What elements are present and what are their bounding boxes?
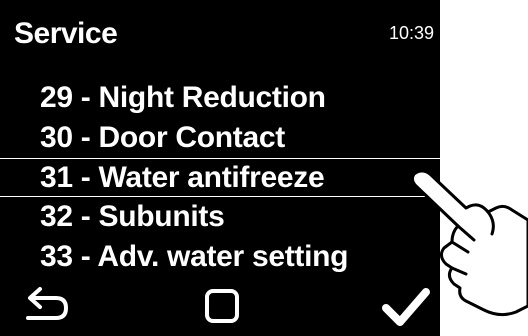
service-menu: 29 - Night Reduction 30 - Door Contact 3… xyxy=(0,78,440,277)
footer-bar xyxy=(0,282,440,336)
pointing-hand-icon xyxy=(410,169,528,317)
menu-item-water-antifreeze[interactable]: 31 - Water antifreeze xyxy=(0,158,440,197)
menu-item-subunits[interactable]: 32 - Subunits xyxy=(0,197,440,237)
square-home-icon xyxy=(205,289,239,323)
device-display: Service 10:39 29 - Night Reduction 30 - … xyxy=(0,0,528,336)
back-button[interactable] xyxy=(22,286,72,324)
menu-item-door-contact[interactable]: 30 - Door Contact xyxy=(0,118,440,158)
menu-item-night-reduction[interactable]: 29 - Night Reduction xyxy=(0,78,440,118)
menu-item-adv-water-setting[interactable]: 33 - Adv. water setting xyxy=(0,237,440,277)
back-arrow-icon xyxy=(26,287,68,320)
home-button[interactable] xyxy=(204,288,240,324)
clock: 10:39 xyxy=(388,23,434,43)
page-title: Service xyxy=(14,17,118,50)
screen: Service 10:39 29 - Night Reduction 30 - … xyxy=(0,0,440,336)
